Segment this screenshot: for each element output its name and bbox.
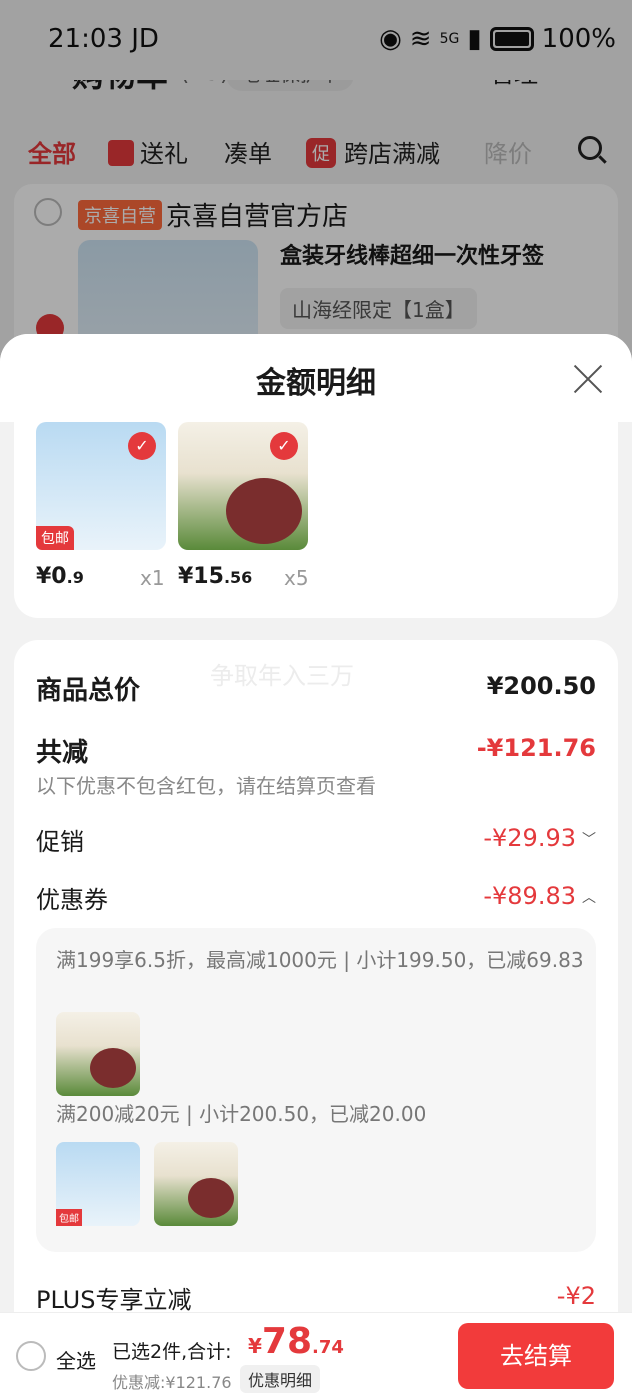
reduce-note: 以下优惠不包含红包，请在结算页查看 <box>36 774 376 798</box>
coupon-item-meat <box>154 1142 238 1226</box>
item-qty: x1 <box>140 566 165 590</box>
promo-value: -¥29.93 <box>483 824 576 852</box>
total-dec: .74 <box>312 1337 344 1358</box>
item-price-dec: .56 <box>223 568 253 587</box>
free-shipping-tag: 包邮 <box>56 1209 82 1226</box>
watermark: 争取年入三万 <box>210 662 354 690</box>
meat-image <box>90 1048 136 1088</box>
selected-items-card: ✓ 包邮 ¥0.9 x1 ✓ ¥15.56 x5 <box>14 422 618 618</box>
total-label: 商品总价 <box>36 676 141 706</box>
total-int: 78 <box>261 1321 313 1362</box>
reduce-value: -¥121.76 <box>476 734 596 762</box>
reduce-label: 共减 <box>36 738 89 768</box>
meat-image <box>188 1178 234 1218</box>
total-amount: ¥78.74 <box>248 1321 344 1362</box>
plus-label: PLUS专享立减 <box>36 1286 192 1314</box>
coupon-item-meat <box>56 1012 140 1096</box>
coupon-breakdown: 满199享6.5折，最高减1000元 | 小计199.50，已减69.83 满2… <box>36 928 596 1252</box>
coupon-row-toggle[interactable]: -¥89.83 ︿ <box>483 882 596 910</box>
check-icon: ✓ <box>128 432 156 460</box>
plus-value: -¥2 <box>556 1282 596 1310</box>
coupon-value: -¥89.83 <box>483 882 576 910</box>
coupon-rule-1: 满199享6.5折，最高减1000元 | 小计199.50，已减69.83 <box>56 948 584 972</box>
checkout-button[interactable]: 去结算 <box>458 1323 614 1389</box>
close-icon[interactable] <box>572 362 604 394</box>
sheet-title: 金额明细 <box>256 366 376 401</box>
total-currency: ¥ <box>248 1334 262 1358</box>
amount-detail-card: 争取年入三万 商品总价 ¥200.50 共减 -¥121.76 以下优惠不包含红… <box>14 640 618 1360</box>
item-price-int: ¥0 <box>36 564 67 589</box>
coupon-item-floss: 包邮 <box>56 1142 140 1226</box>
total-value: ¥200.50 <box>486 672 596 700</box>
item-price: ¥0.9 <box>36 564 84 589</box>
free-shipping-tag: 包邮 <box>36 526 74 550</box>
sheet-header: 金额明细 <box>0 334 632 422</box>
discount-summary: 优惠减:¥121.76 <box>112 1373 232 1392</box>
promo-label: 促销 <box>36 828 84 856</box>
promo-row-toggle[interactable]: -¥29.93 ﹀ <box>483 824 596 852</box>
select-all-checkbox[interactable] <box>16 1341 46 1371</box>
selected-summary: 已选2件,合计: <box>112 1341 232 1363</box>
amount-detail-sheet: 金额明细 ✓ 包邮 ¥0.9 x1 ✓ ¥15.56 x5 争取年入三万 商品总… <box>0 334 632 1400</box>
meat-image <box>226 478 302 544</box>
select-all-label[interactable]: 全选 <box>56 1345 96 1374</box>
bottom-bar: 全选 已选2件,合计: ¥78.74 优惠减:¥121.76 优惠明细 去结算 <box>0 1312 632 1400</box>
discount-detail-button[interactable]: 优惠明细 <box>240 1365 321 1393</box>
item-price-dec: .9 <box>66 568 84 587</box>
item-thumb-meat[interactable]: ✓ <box>178 422 308 550</box>
item-qty: x5 <box>284 566 309 590</box>
coupon-label: 优惠券 <box>36 886 108 914</box>
check-icon: ✓ <box>270 432 298 460</box>
item-price-int: ¥15 <box>178 564 224 589</box>
chevron-up-icon: ︿ <box>582 890 596 906</box>
item-price: ¥15.56 <box>178 564 252 589</box>
coupon-rule-2: 满200减20元 | 小计200.50，已减20.00 <box>56 1102 427 1126</box>
chevron-down-icon: ﹀ <box>582 832 596 848</box>
item-thumb-floss[interactable]: ✓ 包邮 <box>36 422 166 550</box>
